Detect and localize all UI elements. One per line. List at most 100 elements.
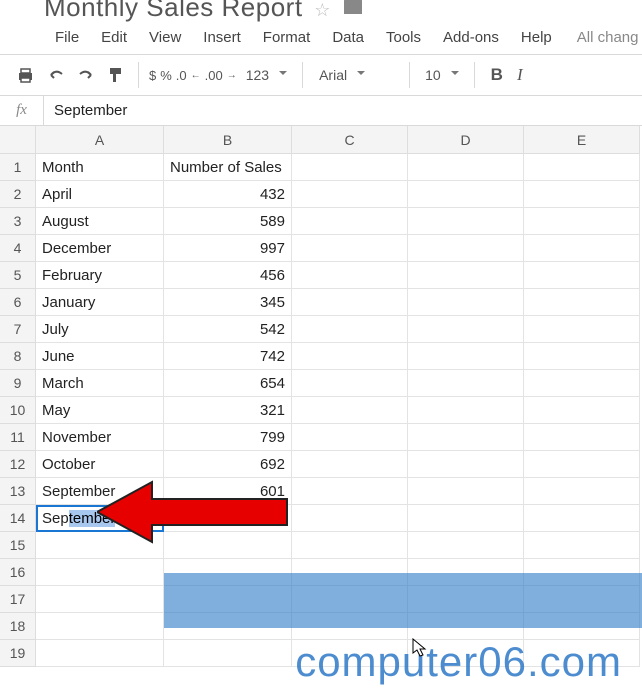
row-header[interactable]: 10 bbox=[0, 397, 36, 424]
menu-file[interactable]: File bbox=[44, 25, 90, 50]
cell[interactable]: December bbox=[36, 235, 164, 262]
formula-input[interactable] bbox=[44, 96, 642, 125]
cell[interactable]: Number of Sales bbox=[164, 154, 292, 181]
row-header[interactable]: 9 bbox=[0, 370, 36, 397]
cell[interactable] bbox=[408, 532, 524, 559]
more-formats-button[interactable]: 123 bbox=[239, 63, 294, 87]
cell[interactable] bbox=[524, 181, 640, 208]
menu-data[interactable]: Data bbox=[321, 25, 375, 50]
cell[interactable]: February bbox=[36, 262, 164, 289]
row-header[interactable]: 13 bbox=[0, 478, 36, 505]
cell[interactable] bbox=[524, 343, 640, 370]
cell[interactable]: August bbox=[36, 208, 164, 235]
cell[interactable] bbox=[164, 640, 292, 667]
cell[interactable] bbox=[164, 505, 292, 532]
cell[interactable] bbox=[292, 451, 408, 478]
menu-addons[interactable]: Add-ons bbox=[432, 25, 510, 50]
row-header[interactable]: 6 bbox=[0, 289, 36, 316]
cell[interactable] bbox=[36, 532, 164, 559]
cell[interactable] bbox=[524, 235, 640, 262]
cell[interactable] bbox=[292, 478, 408, 505]
cell[interactable]: November bbox=[36, 424, 164, 451]
row-header[interactable]: 17 bbox=[0, 586, 36, 613]
row-header[interactable]: 16 bbox=[0, 559, 36, 586]
paint-format-button[interactable] bbox=[101, 63, 130, 87]
cell[interactable] bbox=[36, 586, 164, 613]
cell[interactable] bbox=[524, 289, 640, 316]
cell[interactable]: 456 bbox=[164, 262, 292, 289]
cell[interactable] bbox=[408, 235, 524, 262]
cell[interactable] bbox=[408, 208, 524, 235]
folder-icon[interactable] bbox=[344, 0, 362, 14]
cell[interactable] bbox=[524, 397, 640, 424]
cell[interactable] bbox=[408, 397, 524, 424]
increase-decimal-button[interactable]: .00→ bbox=[203, 68, 239, 83]
row-header[interactable]: 12 bbox=[0, 451, 36, 478]
document-title[interactable]: Monthly Sales Report bbox=[44, 0, 303, 24]
row-header[interactable]: 15 bbox=[0, 532, 36, 559]
format-percent-button[interactable]: % bbox=[158, 68, 174, 83]
cell[interactable] bbox=[408, 181, 524, 208]
cell[interactable]: 692 bbox=[164, 451, 292, 478]
menu-insert[interactable]: Insert bbox=[192, 25, 252, 50]
cell[interactable] bbox=[408, 343, 524, 370]
row-header[interactable]: 11 bbox=[0, 424, 36, 451]
row-header[interactable]: 19 bbox=[0, 640, 36, 667]
cell[interactable] bbox=[292, 397, 408, 424]
row-header[interactable]: 2 bbox=[0, 181, 36, 208]
cell[interactable]: 742 bbox=[164, 343, 292, 370]
cell[interactable] bbox=[524, 370, 640, 397]
cell[interactable] bbox=[292, 154, 408, 181]
menu-format[interactable]: Format bbox=[252, 25, 322, 50]
cell[interactable]: 589 bbox=[164, 208, 292, 235]
cell[interactable] bbox=[292, 181, 408, 208]
cell[interactable] bbox=[36, 640, 164, 667]
menu-help[interactable]: Help bbox=[510, 25, 563, 50]
row-header[interactable]: 4 bbox=[0, 235, 36, 262]
cell[interactable] bbox=[524, 478, 640, 505]
cell[interactable] bbox=[524, 451, 640, 478]
cell[interactable] bbox=[408, 289, 524, 316]
cell[interactable] bbox=[292, 289, 408, 316]
column-header-e[interactable]: E bbox=[524, 126, 640, 154]
cell[interactable] bbox=[292, 262, 408, 289]
row-header[interactable]: 18 bbox=[0, 613, 36, 640]
cell[interactable] bbox=[524, 424, 640, 451]
row-header[interactable]: 5 bbox=[0, 262, 36, 289]
column-header-b[interactable]: B bbox=[164, 126, 292, 154]
cell[interactable] bbox=[524, 154, 640, 181]
cell[interactable] bbox=[524, 532, 640, 559]
redo-button[interactable] bbox=[71, 64, 101, 86]
cell[interactable]: April bbox=[36, 181, 164, 208]
cell[interactable]: 542 bbox=[164, 316, 292, 343]
cell[interactable]: July bbox=[36, 316, 164, 343]
undo-button[interactable] bbox=[41, 64, 71, 86]
row-header[interactable]: 7 bbox=[0, 316, 36, 343]
cell[interactable]: Month bbox=[36, 154, 164, 181]
cell[interactable] bbox=[36, 613, 164, 640]
cell[interactable] bbox=[408, 370, 524, 397]
font-size-selector[interactable]: 10 bbox=[418, 63, 466, 87]
cell[interactable] bbox=[164, 532, 292, 559]
cell[interactable] bbox=[408, 262, 524, 289]
cell[interactable] bbox=[408, 424, 524, 451]
cell[interactable] bbox=[408, 451, 524, 478]
cell[interactable]: October bbox=[36, 451, 164, 478]
column-header-a[interactable]: A bbox=[36, 126, 164, 154]
cell[interactable] bbox=[408, 478, 524, 505]
cell[interactable] bbox=[408, 154, 524, 181]
menu-tools[interactable]: Tools bbox=[375, 25, 432, 50]
cell[interactable]: 321 bbox=[164, 397, 292, 424]
cell[interactable] bbox=[292, 208, 408, 235]
star-icon[interactable]: ☆ bbox=[314, 0, 330, 21]
cell[interactable]: June bbox=[36, 343, 164, 370]
select-all-corner[interactable] bbox=[0, 126, 36, 154]
cell[interactable] bbox=[292, 505, 408, 532]
cell[interactable]: May bbox=[36, 397, 164, 424]
last-edit-status[interactable]: All chang bbox=[563, 25, 642, 50]
cell[interactable]: January bbox=[36, 289, 164, 316]
column-header-d[interactable]: D bbox=[408, 126, 524, 154]
menu-edit[interactable]: Edit bbox=[90, 25, 138, 50]
font-family-selector[interactable]: Arial bbox=[311, 63, 401, 87]
italic-button[interactable]: I bbox=[511, 65, 529, 85]
